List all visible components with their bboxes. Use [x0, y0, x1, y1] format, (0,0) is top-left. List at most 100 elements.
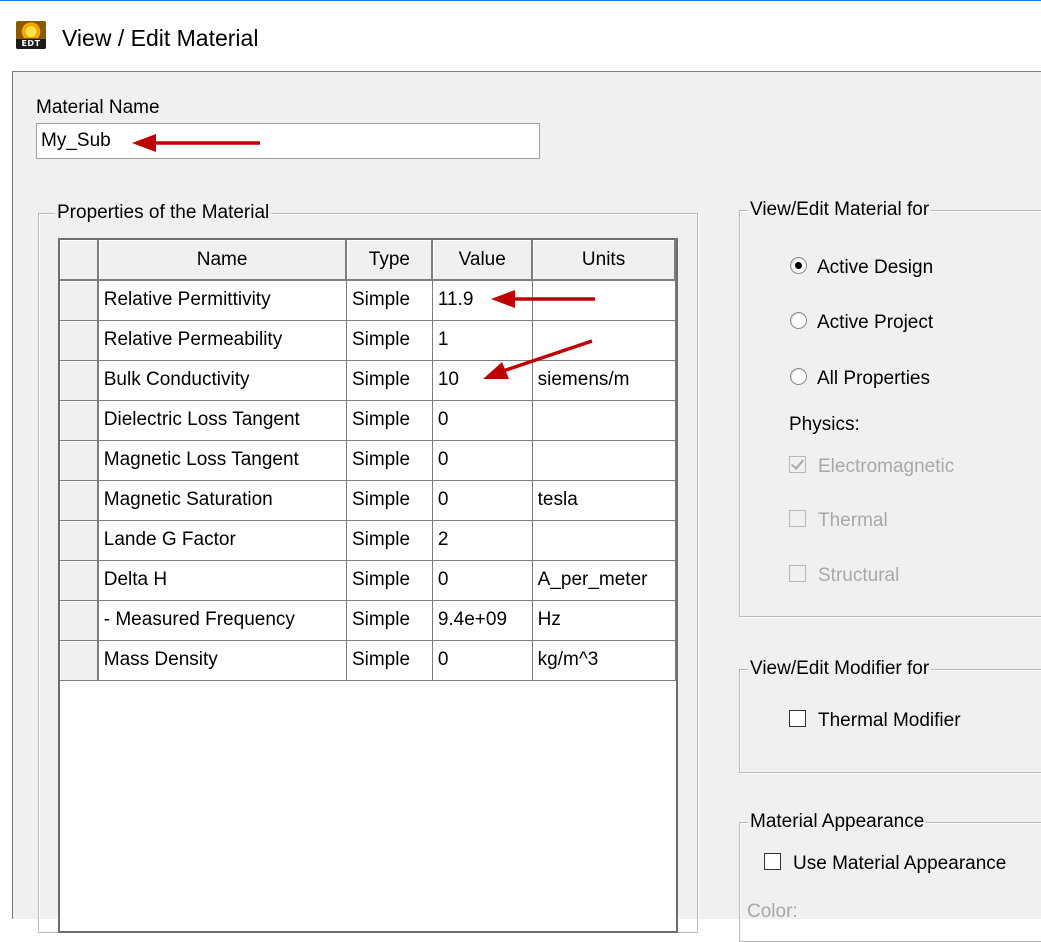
physics-electromagnetic: Electromagnetic [789, 456, 954, 480]
properties-grid[interactable]: Name Type Value Units Relative Permittiv… [58, 238, 678, 933]
cell-value[interactable]: 0 [432, 640, 533, 681]
cell-name[interactable]: Magnetic Saturation [97, 480, 347, 521]
label-thermal: Thermal [818, 510, 888, 531]
cell-units[interactable] [532, 400, 676, 441]
table-row[interactable]: - Measured Frequency Simple 9.4e+09 Hz [60, 600, 676, 641]
use-material-appearance-option[interactable]: Use Material Appearance [764, 853, 1006, 877]
cell-type[interactable]: Simple [346, 480, 433, 521]
label-electromagnetic: Electromagnetic [818, 456, 955, 477]
cell-type[interactable]: Simple [346, 520, 433, 561]
material-name-input[interactable] [36, 123, 540, 159]
cell-value[interactable]: 2 [432, 520, 533, 561]
cell-units[interactable]: kg/m^3 [532, 640, 676, 681]
checkbox-thermal-modifier[interactable] [789, 710, 806, 728]
cell-units[interactable]: A_per_meter [532, 560, 676, 601]
cell-units[interactable]: tesla [532, 480, 676, 521]
radio-active-project[interactable]: Active Project [790, 312, 933, 336]
row-header[interactable] [60, 640, 99, 681]
cell-value[interactable]: 0 [432, 560, 533, 601]
cell-name[interactable]: Relative Permeability [97, 320, 347, 361]
column-header-units[interactable]: Units [532, 240, 676, 281]
table-row[interactable]: Magnetic Loss Tangent Simple 0 [60, 440, 676, 481]
physics-label: Physics: [789, 414, 860, 435]
cell-name[interactable]: Mass Density [97, 640, 347, 681]
physics-structural: Structural [789, 565, 899, 589]
row-header[interactable] [60, 360, 99, 401]
cell-type[interactable]: Simple [346, 640, 433, 681]
row-header[interactable] [60, 520, 99, 561]
cell-units[interactable] [532, 440, 676, 481]
radio-button-active-project[interactable] [790, 312, 807, 330]
cell-name[interactable]: Lande G Factor [97, 520, 347, 561]
grid-corner-header[interactable] [60, 240, 99, 281]
radio-label-active-design: Active Design [817, 257, 934, 278]
cell-type[interactable]: Simple [346, 360, 433, 401]
cell-type[interactable]: Simple [346, 600, 433, 641]
checkbox-thermal [789, 510, 806, 528]
grid-header-row: Name Type Value Units [60, 240, 676, 281]
dialog-client-area: Material Name Properties of the Material… [12, 71, 1041, 942]
cell-value[interactable]: 9.4e+09 [432, 600, 533, 641]
cell-value[interactable]: 0 [432, 440, 533, 481]
cell-units[interactable] [532, 520, 676, 561]
cell-name[interactable]: Relative Permittivity [97, 280, 347, 321]
row-header[interactable] [60, 400, 99, 441]
cell-type[interactable]: Simple [346, 400, 433, 441]
thermal-modifier-option[interactable]: Thermal Modifier [789, 710, 961, 734]
table-row[interactable]: Dielectric Loss Tangent Simple 0 [60, 400, 676, 441]
checkbox-electromagnetic [789, 456, 806, 474]
cell-value[interactable]: 1 [432, 320, 533, 361]
cell-type[interactable]: Simple [346, 320, 433, 361]
label-structural: Structural [818, 565, 900, 586]
view-edit-material-for-title: View/Edit Material for [748, 199, 932, 221]
row-header[interactable] [60, 440, 99, 481]
table-row[interactable]: Magnetic Saturation Simple 0 tesla [60, 480, 676, 521]
row-header[interactable] [60, 560, 99, 601]
column-header-name[interactable]: Name [97, 240, 348, 281]
radio-label-active-project: Active Project [817, 312, 934, 333]
row-header[interactable] [60, 280, 99, 321]
cell-units[interactable]: Hz [532, 600, 676, 641]
table-row[interactable]: Relative Permeability Simple 1 [60, 320, 676, 361]
title-bar: EDT View / Edit Material [0, 1, 1041, 71]
table-row[interactable]: Delta H Simple 0 A_per_meter [60, 560, 676, 601]
view-edit-material-window: EDT View / Edit Material Material Name P… [0, 0, 1041, 942]
row-header[interactable] [60, 600, 99, 641]
radio-active-design[interactable]: Active Design [790, 257, 933, 281]
antenna-glyph [19, 22, 43, 38]
cell-name[interactable]: - Measured Frequency [97, 600, 347, 641]
checkbox-structural [789, 565, 806, 583]
radio-button-active-design[interactable] [790, 257, 807, 275]
row-header[interactable] [60, 480, 99, 521]
cell-value[interactable]: 0 [432, 400, 533, 441]
cell-name[interactable]: Dielectric Loss Tangent [97, 400, 347, 441]
cell-type[interactable]: Simple [346, 560, 433, 601]
table-row[interactable]: Mass Density Simple 0 kg/m^3 [60, 640, 676, 681]
cell-type[interactable]: Simple [346, 280, 433, 321]
cell-name[interactable]: Bulk Conductivity [97, 360, 347, 401]
cell-name[interactable]: Magnetic Loss Tangent [97, 440, 347, 481]
cell-type[interactable]: Simple [346, 440, 433, 481]
material-appearance-group: Material Appearance [739, 811, 1041, 942]
material-name-label: Material Name [36, 97, 160, 118]
cell-units[interactable] [532, 280, 676, 321]
row-header[interactable] [60, 320, 99, 361]
radio-button-all-properties[interactable] [790, 368, 807, 386]
table-row[interactable]: Bulk Conductivity Simple 10 siemens/m [60, 360, 676, 401]
cell-name[interactable]: Delta H [97, 560, 347, 601]
cell-value[interactable]: 10 [432, 360, 533, 401]
table-row[interactable]: Relative Permittivity Simple 11.9 [60, 280, 676, 321]
radio-label-all-properties: All Properties [817, 368, 930, 389]
cell-value[interactable]: 11.9 [432, 280, 533, 321]
checkbox-use-material-appearance[interactable] [764, 853, 781, 871]
edt-app-icon: EDT [16, 21, 46, 49]
window-title: View / Edit Material [62, 25, 259, 51]
cell-value[interactable]: 0 [432, 480, 533, 521]
color-label: Color: [747, 901, 798, 922]
table-row[interactable]: Lande G Factor Simple 2 [60, 520, 676, 561]
radio-all-properties[interactable]: All Properties [790, 368, 930, 392]
column-header-value[interactable]: Value [432, 240, 534, 281]
cell-units[interactable] [532, 320, 676, 361]
column-header-type[interactable]: Type [346, 240, 434, 281]
cell-units[interactable]: siemens/m [532, 360, 676, 401]
